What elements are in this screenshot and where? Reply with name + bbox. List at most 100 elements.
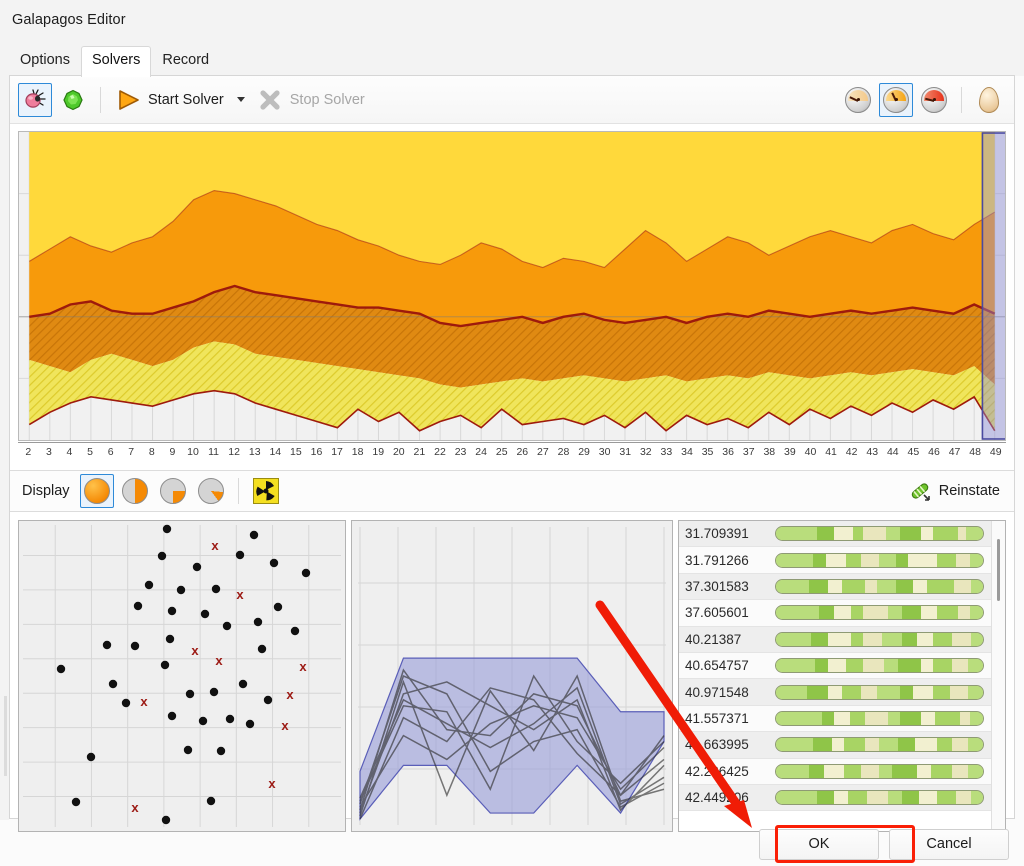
genome-segment [968,765,982,778]
x-tick-44: 44 [887,446,899,458]
scatter-dot [103,641,111,649]
genome-segment [886,527,900,540]
list-item[interactable]: 37.605601 [679,600,991,626]
genome-segment [863,527,886,540]
display-toolbar: Display [10,470,1014,512]
display-mode-half-button[interactable] [118,474,152,508]
list-item[interactable]: 40.971548 [679,679,991,705]
display-mode-eighth-button[interactable] [194,474,228,508]
beetle-icon [23,88,47,112]
scrollbar-thumb[interactable] [997,539,1000,601]
cancel-button[interactable]: Cancel [889,829,1009,860]
scatter-dot [201,610,209,618]
list-item[interactable]: 41.663995 [679,732,991,758]
genome-segment [970,712,982,725]
genome-bar [775,658,984,673]
display-mode-half-icon [122,478,148,504]
genome-segment [937,606,958,619]
genome-segment [863,606,888,619]
egg-icon-button[interactable] [972,83,1006,117]
list-item[interactable]: 37.301583 [679,574,991,600]
genome-segment [822,712,834,725]
close-x-icon [257,88,283,112]
display-label: Display [22,483,70,499]
genome-segment [958,606,970,619]
list-item[interactable]: 42.449206 [679,785,991,811]
genome-segment [867,791,888,804]
scatter-dot [145,581,153,589]
genome-bar [775,685,984,700]
beetle-icon-button[interactable] [18,83,52,117]
scatter-dot [226,715,234,723]
edge-divider [4,696,7,776]
genome-segment [819,606,833,619]
x-tick-18: 18 [352,446,364,458]
genome-segment [917,765,931,778]
list-item[interactable]: 31.709391 [679,521,991,547]
scatter-dot [87,753,95,761]
solver-toolbar: Start Solver Stop Solver [10,76,1014,124]
x-tick-45: 45 [908,446,920,458]
genome-results-list[interactable]: 31.70939131.79126637.30158337.60560140.2… [678,520,1006,832]
genome-fitness-value: 40.654757 [683,658,775,673]
display-mode-quarter-icon [160,478,186,504]
genome-segment [813,738,832,751]
display-mode-full-button[interactable] [80,474,114,508]
list-item[interactable]: 40.21387 [679,627,991,653]
gauge-medium-icon-button[interactable] [879,83,913,117]
display-mode-quarter-button[interactable] [156,474,190,508]
list-item[interactable]: 42.236425 [679,759,991,785]
gauge-fast-icon-button[interactable] [917,83,951,117]
x-tick-30: 30 [599,446,611,458]
genome-segment [776,606,819,619]
x-tick-17: 17 [331,446,343,458]
x-tick-23: 23 [455,446,467,458]
gauge-slow-icon-button[interactable] [841,83,875,117]
genome-segment [882,633,903,646]
genome-segment [834,606,851,619]
dialog-footer: OK Cancel [9,822,1015,866]
scatter-dot [163,525,171,533]
list-item[interactable]: 40.654757 [679,653,991,679]
genome-segment [879,554,896,567]
population-scatter-plot[interactable]: xxxxxxxxxx [18,520,346,832]
radiation-icon-button[interactable] [249,474,283,508]
ok-button[interactable]: OK [759,829,879,860]
tab-solvers[interactable]: Solvers [81,46,151,77]
toolbar-separator-2 [961,87,962,113]
genome-segment [834,791,848,804]
genome-segment [850,712,864,725]
chevron-down-icon[interactable] [237,97,245,102]
genome-segment [952,659,969,672]
list-vertical-scrollbar[interactable] [991,521,1005,831]
genome-segment [952,633,971,646]
genome-segment [776,659,815,672]
genome-segment [844,738,865,751]
genome-bar [775,790,984,805]
gauge-slow-icon [845,87,871,113]
scatter-x-marker: x [211,538,219,553]
genome-bar [775,632,984,647]
genome-segment [877,580,896,593]
scatter-dot [207,797,215,805]
gem-icon-button[interactable] [56,83,90,117]
genome-segment [968,659,982,672]
x-tick-32: 32 [640,446,652,458]
fitness-history-chart[interactable] [18,131,1006,441]
reinstate-button[interactable]: Reinstate [908,479,1006,503]
x-tick-15: 15 [290,446,302,458]
start-solver-button[interactable]: Start Solver [109,85,251,115]
genome-segment [832,738,844,751]
list-item[interactable]: 31.791266 [679,547,991,573]
start-solver-label: Start Solver [148,92,224,108]
scatter-dot [168,712,176,720]
tab-record[interactable]: Record [151,46,220,76]
genome-segment [807,686,828,699]
list-item[interactable]: 41.557371 [679,706,991,732]
genome-segment [960,712,970,725]
genome-segment [809,765,823,778]
stop-solver-button[interactable]: Stop Solver [251,85,371,115]
parallel-coordinates-plot[interactable] [351,520,673,832]
scatter-x-marker: x [236,587,244,602]
tab-options[interactable]: Options [9,46,81,76]
